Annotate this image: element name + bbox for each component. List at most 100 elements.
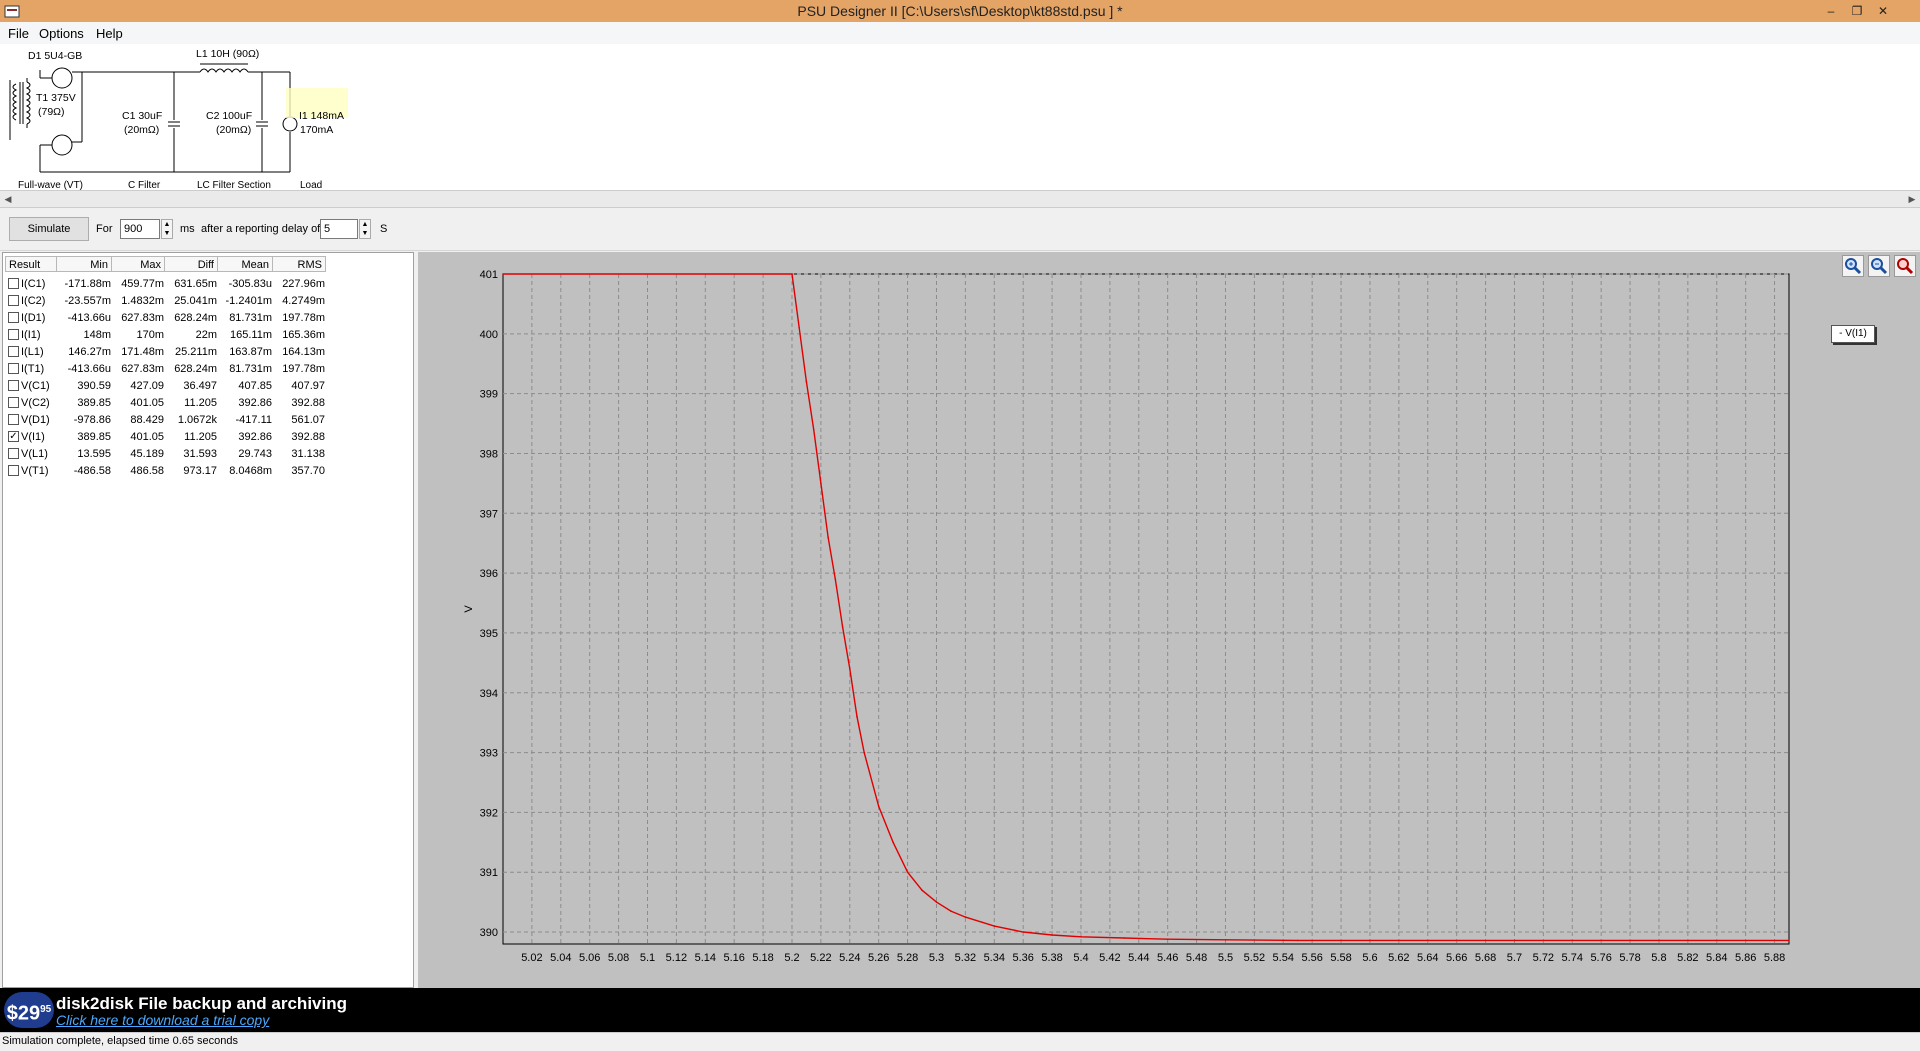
delay-spinner[interactable]: ▲ ▼ [359,219,371,239]
data-point [935,901,938,903]
header-max[interactable]: Max [112,256,165,272]
cell-max: 627.83m [121,362,164,375]
schematic-scrollbar[interactable]: ◀ ▶ [0,190,1920,208]
cell-diff: 628.24m [174,311,217,324]
x-tick-label: 5.82 [1677,952,1698,964]
delay-input[interactable] [320,219,358,239]
plot-area[interactable]: 5.02 5.04 5.06 5.08 5.1 5.12 5.14 5.16 5.18 5.2 5.… [418,252,1920,988]
duration-spinner[interactable]: ▲ ▼ [161,219,173,239]
table-row[interactable]: I(D1) -413.66u 627.83m 628.24m 81.731m 197.78… [8,309,325,326]
x-tick-label: 5.5 [1218,952,1233,964]
price-value: $29 [6,1002,41,1025]
table-row[interactable]: I(C2) -23.557m 1.4832m 25.041m -1.2401m 4.274… [8,292,325,309]
price-badge: $2995 [4,992,54,1028]
x-tick-label: 5.88 [1764,952,1785,964]
restore-button[interactable]: ❐ [1846,2,1868,20]
table-row[interactable]: I(I1) 148m 170m 22m 165.11m 165.36m [8,326,325,343]
x-tick-label: 5.84 [1706,952,1727,964]
header-rms[interactable]: RMS [273,256,326,272]
ms-label: ms [180,223,195,235]
data-point [863,751,865,754]
ad-banner[interactable]: $2995 disk2disk File backup and archivin… [0,988,1920,1032]
x-tick-label: 5.56 [1301,952,1322,964]
duration-input[interactable] [120,219,160,239]
y-tick-label: 397 [480,508,498,520]
header-mean[interactable]: Mean [218,256,273,272]
transformer-resistance: (79Ω) [38,106,65,118]
data-point [877,805,880,808]
zoom-in-icon[interactable] [1842,255,1864,277]
x-tick-label: 5.3 [929,952,944,964]
data-point [993,925,996,927]
header-min[interactable]: Min [57,256,112,272]
scroll-right-icon[interactable]: ▶ [1904,191,1920,207]
menu-options[interactable]: Options [39,26,84,41]
minimize-button[interactable]: – [1820,2,1842,20]
table-row[interactable]: V(D1) -978.86 88.429 1.0672k -417.11 561.07 [8,411,325,428]
cell-mean: 8.0468m [229,464,272,477]
result-checkbox[interactable] [8,312,19,323]
result-checkbox[interactable] [8,414,19,425]
x-tick-label: 5.02 [521,952,542,964]
menu-help[interactable]: Help [96,26,123,41]
result-checkbox[interactable]: ✓ [8,431,19,442]
menu-file[interactable]: File [8,26,29,41]
menu-bar: File Options Help [0,22,1920,45]
data-point [791,273,793,275]
data-point [1658,939,1660,942]
cell-name: I(C1) [21,277,46,290]
result-checkbox[interactable] [8,363,19,374]
cell-min: 389.85 [77,430,111,443]
table-row[interactable]: V(L1) 13.595 45.189 31.593 29.743 31.138 [8,445,325,462]
result-checkbox[interactable] [8,380,19,391]
cell-rms: 392.88 [291,396,325,409]
x-tick-label: 5.48 [1186,952,1207,964]
simulate-button[interactable]: Simulate [9,217,89,241]
x-tick-label: 5.38 [1041,952,1062,964]
x-tick-label: 5.16 [723,952,744,964]
cell-min: 13.595 [77,447,111,460]
zoom-reset-icon[interactable] [1894,255,1916,277]
ad-download-link[interactable]: Click here to download a trial copy [56,1012,269,1028]
table-row[interactable]: I(L1) 146.27m 171.48m 25.211m 163.87m 164.13m [8,343,325,360]
table-row[interactable]: I(T1) -413.66u 627.83m 628.24m 81.731m 197.78… [8,360,325,377]
data-point [798,327,800,329]
table-row[interactable]: V(C2) 389.85 401.05 11.205 392.86 392.88 [8,394,325,411]
zoom-out-icon[interactable] [1868,255,1890,277]
line-chart[interactable]: 5.02 5.04 5.06 5.08 5.1 5.12 5.14 5.16 5.18 5.2 5.… [418,252,1920,988]
result-checkbox[interactable] [8,448,19,459]
data-point [906,871,909,873]
cell-max: 401.05 [130,430,164,443]
table-row[interactable]: V(T1) -486.58 486.58 973.17 8.0468m 357.70 [8,462,325,479]
result-checkbox[interactable] [8,329,19,340]
cell-diff: 31.593 [183,447,217,460]
cell-min: -413.66u [67,311,111,324]
result-checkbox[interactable] [8,397,19,408]
header-result[interactable]: Result [5,256,57,272]
table-row[interactable]: ✓ V(I1) 389.85 401.05 11.205 392.86 392.88 [8,428,325,445]
cell-max: 401.05 [130,396,164,409]
data-point [950,910,952,912]
scroll-left-icon[interactable]: ◀ [0,191,16,207]
for-label: For [96,223,113,235]
result-checkbox[interactable] [8,278,19,289]
result-checkbox[interactable] [8,295,19,306]
x-tick-label: 5.46 [1157,952,1178,964]
diode-label: D1 5U4-GB [28,50,83,62]
close-button[interactable]: ✕ [1872,2,1894,20]
cell-mean: 392.86 [238,396,272,409]
cell-mean: 165.11m [230,328,272,341]
data-point [834,578,837,580]
x-tick-label: 5.66 [1446,952,1467,964]
header-diff[interactable]: Diff [165,256,218,272]
result-checkbox[interactable] [8,465,19,476]
result-checkbox[interactable] [8,346,19,357]
y-tick-label: 400 [480,329,498,341]
cell-rms: 357.70 [291,464,325,477]
status-bar: Simulation complete, elapsed time 0.65 s… [0,1032,1920,1051]
data-point [841,626,844,628]
cell-min: -23.557m [64,294,111,307]
table-row[interactable]: I(C1) -171.88m 459.77m 631.65m -305.83u 227.9… [8,275,325,292]
chart-legend[interactable]: - V(I1) [1831,325,1875,343]
table-row[interactable]: V(C1) 390.59 427.09 36.497 407.85 407.97 [8,377,325,394]
